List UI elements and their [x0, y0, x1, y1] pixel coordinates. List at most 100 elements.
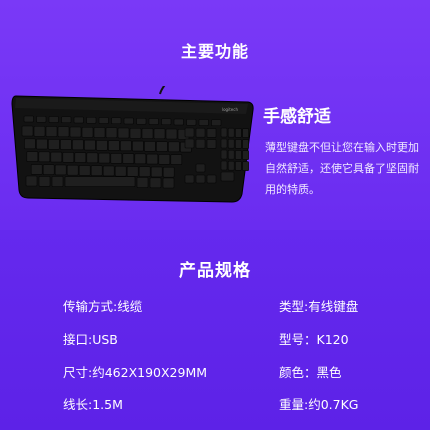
- keyboard-key: [220, 171, 235, 182]
- keyboard-key: [242, 128, 249, 138]
- keyboard-key: [235, 161, 242, 171]
- keyboard-key: [220, 160, 228, 171]
- keyboard-key: [198, 119, 209, 126]
- keyboard-key: [57, 126, 70, 138]
- keyboard-key: [111, 117, 122, 125]
- keyboard-key: [153, 128, 166, 140]
- keyboard-key: [138, 166, 151, 177]
- keyboard-key: [51, 176, 64, 187]
- keyboard-key: [48, 116, 59, 123]
- specs-list: 传输方式:线缆 类型:有线键盘 接口:USB 型号：K120 尺寸:约462X1…: [0, 290, 430, 420]
- keyboard-key: [235, 128, 242, 138]
- keyboard-key: [73, 116, 84, 124]
- spec-transmission: 传输方式:线缆: [63, 299, 143, 314]
- keyboard-key: [72, 139, 84, 151]
- keyboard-key: [162, 177, 175, 189]
- features-title: 主要功能: [180, 42, 249, 61]
- keyboard-key: [170, 154, 183, 165]
- keyboard-key: [81, 126, 94, 138]
- keyboard-key: [61, 116, 72, 124]
- keyboard-key: [66, 164, 79, 176]
- keyboard-image: logitech: [10, 86, 258, 204]
- keyboard-key: [38, 176, 51, 187]
- keyboard-key: [141, 128, 154, 139]
- keyboard-key: [220, 138, 228, 149]
- keyboard-key: [62, 152, 75, 163]
- keyboard-key: [227, 149, 235, 160]
- brand-logo: logitech: [222, 107, 238, 112]
- keyboard-key: [114, 165, 127, 177]
- spec-size: 尺寸:约462X190X29MM: [63, 365, 208, 380]
- keyboard-key: [148, 118, 159, 125]
- keyboard-key: [36, 115, 47, 123]
- keyboard-key: [50, 151, 63, 163]
- keyboard-key: [227, 160, 235, 171]
- keyboard-key: [120, 140, 132, 152]
- keyboard-key: [123, 117, 134, 125]
- keyboard-key: [156, 141, 168, 152]
- keyboard-key: [74, 152, 87, 163]
- keyboard-key: [42, 164, 55, 175]
- keyboard-key: [30, 164, 43, 175]
- keyboard-key: [184, 127, 195, 138]
- keyboard-key: [220, 149, 228, 160]
- keyboard-key: [168, 141, 180, 153]
- keyboard-key: [184, 174, 195, 184]
- keyboard-key: [84, 139, 96, 151]
- keyboard-key: [33, 125, 46, 137]
- keyboard-key: [24, 138, 36, 150]
- spec-weight: 重量:约0.7KG: [279, 397, 359, 412]
- keyboard-key: [126, 166, 139, 177]
- spec-cable-length: 线长:1.5M: [63, 397, 123, 412]
- keyboard-key: [146, 153, 159, 165]
- keyboard-key: [206, 139, 217, 149]
- spec-color: 颜色：黑色: [279, 365, 342, 380]
- keyboard-key: [60, 139, 72, 150]
- keyboard-key: [110, 153, 123, 164]
- keyboard-key: [78, 165, 91, 176]
- keyboard-key: [235, 139, 242, 149]
- keyboard-key: [122, 153, 135, 164]
- keyboard-key: [26, 151, 39, 162]
- keyboard-key: [173, 118, 184, 126]
- keyboard-key: [134, 153, 147, 165]
- keyboard-key: [162, 166, 175, 178]
- keyboard-key: [54, 164, 67, 176]
- keyboard-key: [144, 140, 156, 152]
- keyboard-key: [48, 138, 60, 150]
- keyboard-key: [136, 117, 147, 125]
- keyboard-key: [211, 119, 222, 127]
- keyboard-key: [195, 163, 206, 173]
- keyboard-key: [165, 128, 178, 140]
- keyboard-key: [93, 127, 106, 138]
- keyboard-key: [227, 127, 235, 138]
- comfort-title: 手感舒适: [263, 107, 331, 127]
- keyboard-key: [86, 116, 97, 124]
- keyboard-key: [242, 139, 249, 149]
- keyboard-key: [21, 125, 34, 137]
- keyboard-key: [25, 175, 38, 187]
- keyboard-key: [64, 176, 136, 187]
- keyboard-key: [45, 126, 58, 137]
- keyboard-key: [150, 166, 163, 178]
- keyboard-key: [206, 128, 217, 138]
- keyboard-key: [220, 127, 228, 138]
- keyboard-key: [195, 174, 206, 184]
- keyboard-key: [98, 152, 111, 164]
- keyboard-key: [184, 138, 195, 149]
- keyboard-key: [96, 139, 108, 151]
- keyboard-key: [129, 127, 142, 139]
- keyboard-key: [38, 151, 51, 163]
- keyboard-key: [90, 165, 103, 176]
- keyboard-key: [195, 138, 206, 149]
- keyboard-key: [108, 140, 120, 151]
- keyboard-key: [98, 117, 109, 124]
- keyboard-key: [23, 115, 34, 123]
- spec-type: 类型:有线键盘: [279, 299, 359, 314]
- specs-title: 产品规格: [179, 261, 251, 281]
- keyboard-key: [102, 165, 115, 177]
- comfort-description: 薄型键盘不但让您在输入时更加自然舒适，还使它具备了坚固耐用的特质。: [265, 141, 419, 196]
- keyboard-key: [242, 161, 249, 171]
- keyboard-key: [136, 177, 149, 188]
- keyboard-key: [117, 127, 130, 139]
